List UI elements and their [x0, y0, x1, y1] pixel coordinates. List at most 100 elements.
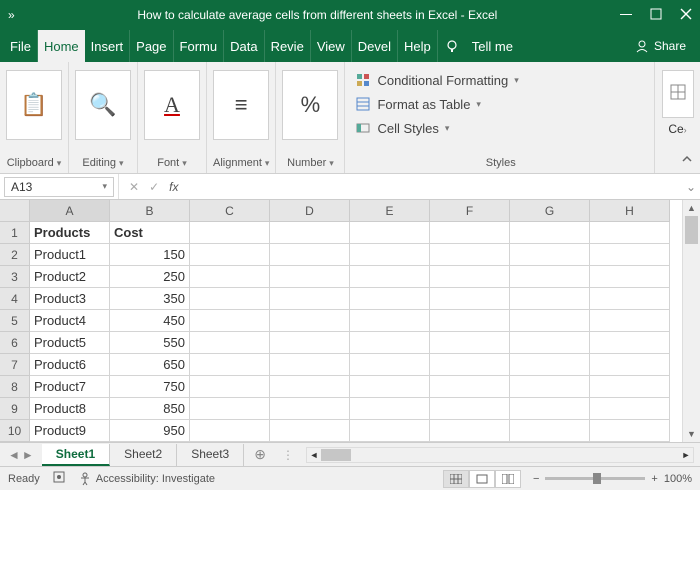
cell-d8[interactable] — [270, 376, 350, 398]
spreadsheet-grid[interactable]: ABCDEFGH 1ProductsCost2Product11503Produ… — [0, 200, 682, 442]
column-header-E[interactable]: E — [350, 200, 430, 222]
cell-g7[interactable] — [510, 354, 590, 376]
cell-h10[interactable] — [590, 420, 670, 442]
cell-b9[interactable]: 850 — [110, 398, 190, 420]
cell-d7[interactable] — [270, 354, 350, 376]
cell-b5[interactable]: 450 — [110, 310, 190, 332]
page-break-view-button[interactable] — [495, 470, 521, 488]
cell-g10[interactable] — [510, 420, 590, 442]
cell-b3[interactable]: 250 — [110, 266, 190, 288]
cell-b1[interactable]: Cost — [110, 222, 190, 244]
menu-page[interactable]: Page — [130, 30, 173, 62]
cell-d6[interactable] — [270, 332, 350, 354]
normal-view-button[interactable] — [443, 470, 469, 488]
menu-revie[interactable]: Revie — [265, 30, 311, 62]
cell-g4[interactable] — [510, 288, 590, 310]
cell-a4[interactable]: Product3 — [30, 288, 110, 310]
column-header-G[interactable]: G — [510, 200, 590, 222]
minimize-button[interactable] — [620, 8, 632, 23]
cell-c4[interactable] — [190, 288, 270, 310]
scroll-right-icon[interactable]: ► — [679, 448, 693, 462]
cell-a7[interactable]: Product6 — [30, 354, 110, 376]
cell-f8[interactable] — [430, 376, 510, 398]
cell-c1[interactable] — [190, 222, 270, 244]
cell-e9[interactable] — [350, 398, 430, 420]
cell-h8[interactable] — [590, 376, 670, 398]
cell-e7[interactable] — [350, 354, 430, 376]
chevron-down-icon[interactable]: ▾ — [476, 99, 481, 110]
row-header-9[interactable]: 9 — [0, 398, 30, 420]
chevron-down-icon[interactable]: ▾ — [514, 75, 519, 86]
page-layout-view-button[interactable] — [469, 470, 495, 488]
row-header-3[interactable]: 3 — [0, 266, 30, 288]
cancel-formula-icon[interactable]: ✕ — [129, 180, 139, 194]
cell-d3[interactable] — [270, 266, 350, 288]
qat-more-icon[interactable]: » — [8, 8, 15, 22]
cell-b8[interactable]: 750 — [110, 376, 190, 398]
cell-c6[interactable] — [190, 332, 270, 354]
menu-home[interactable]: Home — [38, 30, 85, 62]
close-button[interactable] — [680, 8, 692, 23]
vscroll-thumb[interactable] — [685, 216, 698, 244]
cell-h5[interactable] — [590, 310, 670, 332]
cell-h7[interactable] — [590, 354, 670, 376]
cell-b7[interactable]: 650 — [110, 354, 190, 376]
column-header-A[interactable]: A — [30, 200, 110, 222]
cell-c9[interactable] — [190, 398, 270, 420]
cell-h1[interactable] — [590, 222, 670, 244]
cell-g1[interactable] — [510, 222, 590, 244]
number-button[interactable]: % — [282, 70, 338, 140]
cell-a5[interactable]: Product4 — [30, 310, 110, 332]
select-all-corner[interactable] — [0, 200, 30, 222]
tell-me-button[interactable]: Tell me — [466, 30, 519, 62]
zoom-out-button[interactable]: − — [533, 473, 539, 485]
expand-formula-bar-icon[interactable]: ⌄ — [682, 180, 700, 194]
zoom-in-button[interactable]: + — [651, 473, 657, 485]
chevron-down-icon[interactable]: ▾ — [182, 158, 187, 169]
row-header-7[interactable]: 7 — [0, 354, 30, 376]
cell-a1[interactable]: Products — [30, 222, 110, 244]
cell-e1[interactable] — [350, 222, 430, 244]
cell-a10[interactable]: Product9 — [30, 420, 110, 442]
cell-d5[interactable] — [270, 310, 350, 332]
zoom-level[interactable]: 100% — [664, 473, 692, 485]
row-header-5[interactable]: 5 — [0, 310, 30, 332]
cell-e5[interactable] — [350, 310, 430, 332]
cell-c2[interactable] — [190, 244, 270, 266]
font-button[interactable]: A — [144, 70, 200, 140]
row-header-2[interactable]: 2 — [0, 244, 30, 266]
formula-input[interactable] — [188, 177, 682, 197]
row-header-1[interactable]: 1 — [0, 222, 30, 244]
chevron-down-icon[interactable]: ▾ — [445, 123, 450, 134]
cell-h2[interactable] — [590, 244, 670, 266]
cell-styles-button[interactable]: Cell Styles▾ — [355, 116, 646, 140]
menu-devel[interactable]: Devel — [352, 30, 398, 62]
cell-d4[interactable] — [270, 288, 350, 310]
scroll-down-icon[interactable]: ▼ — [683, 426, 700, 442]
vertical-scrollbar[interactable]: ▲ ▼ — [682, 200, 700, 442]
cell-e3[interactable] — [350, 266, 430, 288]
menu-data[interactable]: Data — [224, 30, 264, 62]
clipboard-button[interactable]: 📋 — [6, 70, 62, 140]
cell-d1[interactable] — [270, 222, 350, 244]
tab-nav-prev-icon[interactable]: ◄ — [8, 448, 20, 462]
scroll-left-icon[interactable]: ◄ — [307, 448, 321, 462]
menu-help[interactable]: Help — [398, 30, 438, 62]
macro-record-icon[interactable] — [52, 470, 66, 487]
cell-h3[interactable] — [590, 266, 670, 288]
cell-e10[interactable] — [350, 420, 430, 442]
column-header-F[interactable]: F — [430, 200, 510, 222]
alignment-button[interactable]: ≡ — [213, 70, 269, 140]
format-as-table-button[interactable]: Format as Table▾ — [355, 92, 646, 116]
scroll-up-icon[interactable]: ▲ — [683, 200, 700, 216]
chevron-down-icon[interactable]: ▾ — [329, 158, 334, 169]
cell-c7[interactable] — [190, 354, 270, 376]
zoom-slider-knob[interactable] — [593, 473, 601, 484]
name-box[interactable]: A13▾ — [4, 177, 114, 197]
cell-c5[interactable] — [190, 310, 270, 332]
cell-d9[interactable] — [270, 398, 350, 420]
cell-f1[interactable] — [430, 222, 510, 244]
menu-view[interactable]: View — [311, 30, 352, 62]
menu-formu[interactable]: Formu — [174, 30, 225, 62]
cell-f10[interactable] — [430, 420, 510, 442]
